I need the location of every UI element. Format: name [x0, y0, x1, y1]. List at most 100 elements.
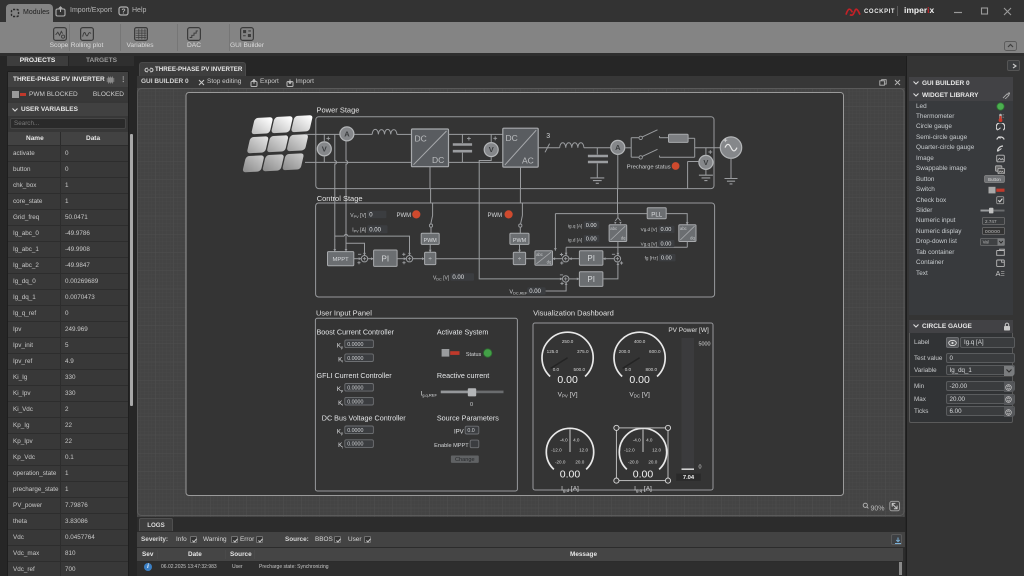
svg-text:V: V [703, 158, 708, 167]
svg-text:PWM: PWM [397, 213, 412, 219]
svg-text:Enable MPPT: Enable MPPT [434, 443, 469, 449]
svg-text:-4.0: -4.0 [633, 437, 641, 442]
svg-text:5000: 5000 [699, 342, 711, 348]
svg-text:90%: 90% [871, 506, 885, 513]
svg-text:V: V [489, 145, 494, 154]
svg-text:0.00: 0.00 [369, 227, 381, 233]
svg-text:-12.0: -12.0 [551, 447, 562, 452]
svg-text:0: 0 [470, 402, 473, 408]
svg-text:0.00: 0.00 [529, 289, 541, 295]
svg-text:fg [Hz]: fg [Hz] [645, 256, 658, 261]
svg-text:400.0: 400.0 [634, 339, 646, 344]
svg-text:Activate System: Activate System [437, 327, 489, 336]
svg-text:PV Power [W]: PV Power [W] [668, 327, 709, 334]
svg-text:4.0: 4.0 [646, 437, 653, 442]
svg-text:IPV: IPV [454, 429, 464, 435]
svg-text:Ig.d [A]: Ig.d [A] [568, 237, 583, 242]
svg-text:Change: Change [455, 457, 475, 463]
svg-text:0.00: 0.00 [633, 468, 654, 480]
svg-text:500.0: 500.0 [574, 367, 586, 372]
svg-text:0.00: 0.00 [557, 374, 578, 386]
svg-text:VPV [V]: VPV [V] [558, 391, 578, 398]
svg-text:0.0000: 0.0000 [347, 356, 363, 362]
svg-text:A: A [615, 143, 621, 152]
svg-text:Val: Val [983, 239, 989, 244]
svg-text:0.00: 0.00 [452, 275, 464, 281]
svg-text:Control Stage: Control Stage [317, 194, 363, 203]
svg-text:?: ? [121, 9, 125, 16]
svg-text:-4.0: -4.0 [560, 437, 568, 442]
svg-text:Button: Button [988, 177, 1001, 182]
svg-text:PWM: PWM [488, 213, 503, 219]
svg-text:DC: DC [415, 134, 427, 144]
svg-text:600.0: 600.0 [649, 349, 661, 354]
svg-text:VDC [V]: VDC [V] [629, 391, 650, 398]
svg-text:A: A [996, 269, 1001, 278]
svg-text:0.00: 0.00 [586, 237, 597, 243]
svg-text:PLL: PLL [651, 211, 663, 218]
svg-text:3: 3 [546, 133, 550, 140]
svg-text:Power Stage: Power Stage [317, 106, 360, 115]
svg-text:PI: PI [587, 254, 595, 263]
svg-text:DC: DC [432, 155, 444, 165]
svg-text:Boost Current Controller: Boost Current Controller [317, 327, 395, 336]
svg-text:0.0: 0.0 [625, 367, 632, 372]
svg-text:0.0: 0.0 [467, 428, 474, 434]
svg-text:Precharge status: Precharge status [627, 164, 671, 170]
svg-text:0.00: 0.00 [560, 468, 581, 480]
svg-text:Reactive current: Reactive current [437, 371, 489, 380]
svg-text:User Input Panel: User Input Panel [316, 308, 372, 317]
svg-text:-20.0: -20.0 [628, 459, 639, 464]
svg-text:dq: dq [547, 260, 552, 265]
svg-text:375.0: 375.0 [577, 349, 589, 354]
svg-text:Source Parameters: Source Parameters [437, 413, 499, 422]
svg-text:abc: abc [536, 252, 543, 257]
svg-text:0.00: 0.00 [586, 223, 597, 229]
svg-text:DC Bus Voltage Controller: DC Bus Voltage Controller [322, 413, 407, 422]
svg-text:PI: PI [382, 255, 390, 264]
svg-text:12.0: 12.0 [579, 447, 588, 452]
svg-text:0.0000: 0.0000 [347, 399, 363, 405]
svg-text:0: 0 [699, 465, 702, 471]
svg-text:Status: Status [466, 352, 482, 358]
svg-text:4.0: 4.0 [573, 437, 580, 442]
svg-text:VDC [V]: VDC [V] [433, 275, 450, 281]
svg-text:0.0000: 0.0000 [347, 385, 363, 391]
svg-text:Vg.d [V]: Vg.d [V] [641, 227, 657, 232]
svg-text:0.0000: 0.0000 [347, 442, 363, 448]
svg-text:125.0: 125.0 [547, 349, 559, 354]
svg-text:250.0: 250.0 [562, 339, 574, 344]
svg-text:2.747: 2.747 [985, 219, 997, 224]
svg-text:200.0: 200.0 [619, 349, 631, 354]
svg-text:Vg.q [V]: Vg.q [V] [641, 241, 657, 246]
svg-text:AC: AC [522, 156, 534, 166]
svg-text:dq: dq [690, 236, 695, 241]
svg-text:20.0: 20.0 [575, 459, 584, 464]
svg-text:abc: abc [680, 226, 687, 231]
svg-text:Ig.q [A]: Ig.q [A] [568, 224, 583, 229]
svg-text:-12.0: -12.0 [624, 447, 635, 452]
svg-text:0.00: 0.00 [661, 256, 672, 262]
svg-text:0.00: 0.00 [629, 374, 650, 386]
svg-text:dq: dq [621, 236, 626, 241]
svg-text:PWM: PWM [424, 238, 438, 244]
svg-text:20.0: 20.0 [648, 459, 657, 464]
svg-text:V: V [322, 145, 327, 154]
svg-text:0.00: 0.00 [661, 227, 672, 233]
svg-text:00000: 00000 [985, 229, 1000, 235]
svg-text:PWM: PWM [513, 238, 527, 244]
svg-text:0.0: 0.0 [553, 367, 560, 372]
svg-text:0.0000: 0.0000 [347, 342, 363, 348]
svg-text:0.00: 0.00 [661, 241, 672, 247]
svg-text:0.0000: 0.0000 [347, 428, 363, 434]
svg-text:DC: DC [506, 133, 518, 143]
svg-text:-20.0: -20.0 [555, 459, 566, 464]
svg-text:VPV [V]: VPV [V] [350, 213, 367, 219]
svg-text:PI: PI [587, 275, 595, 284]
svg-text:800.0: 800.0 [646, 367, 658, 372]
svg-text:abc: abc [610, 226, 617, 231]
svg-text:Visualization Dashboard: Visualization Dashboard [533, 308, 614, 317]
svg-text:A: A [344, 130, 350, 139]
svg-text:MPPT: MPPT [333, 257, 350, 263]
svg-text:GFLI Current Controller: GFLI Current Controller [317, 371, 393, 380]
